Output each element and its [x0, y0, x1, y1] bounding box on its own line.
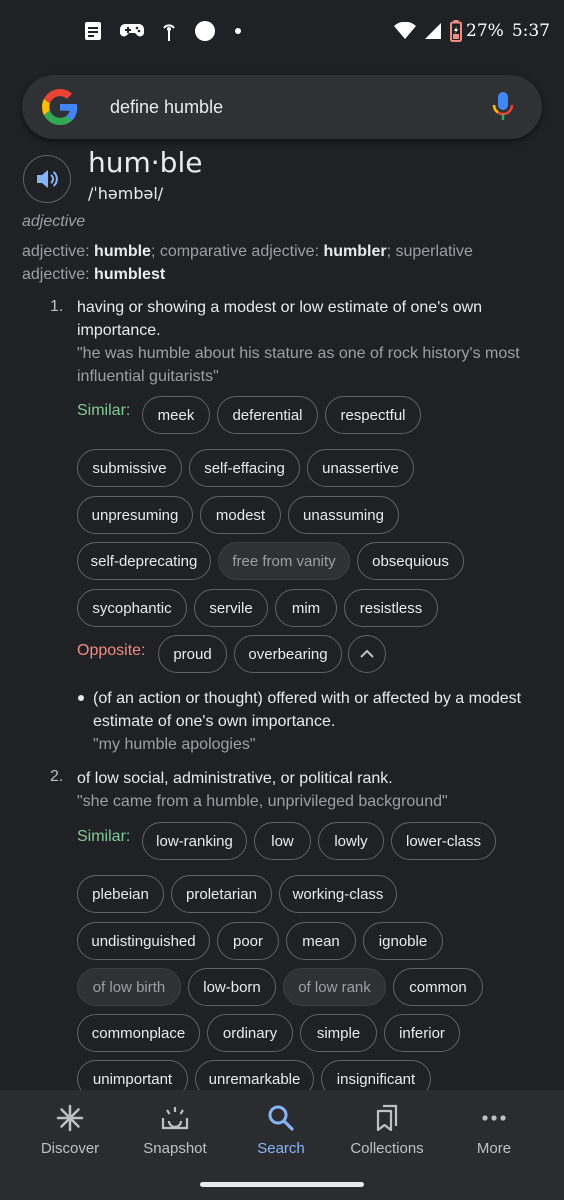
antonym-chip[interactable]: proud: [158, 635, 227, 673]
synonym-chip[interactable]: low-ranking: [142, 822, 247, 860]
synonym-chip[interactable]: meek: [142, 396, 210, 434]
circle-icon: [195, 21, 215, 41]
headword: hum·ble: [88, 146, 203, 179]
synonym-chip[interactable]: simple: [300, 1014, 377, 1052]
opposite-label: Opposite:: [77, 642, 146, 659]
synonym-chip[interactable]: resistless: [344, 589, 438, 627]
synonym-chip[interactable]: of low birth: [77, 968, 181, 1006]
notes-icon: [85, 22, 101, 40]
synonym-chip[interactable]: of low rank: [283, 968, 386, 1006]
synonym-chip[interactable]: unassuming: [288, 496, 399, 534]
synonym-chip[interactable]: proletarian: [171, 875, 272, 913]
sense-1-example: "he was humble about his stature as one …: [77, 345, 520, 385]
subsense-example: "my humble apologies": [93, 736, 256, 753]
synonym-chip[interactable]: commonplace: [77, 1014, 200, 1052]
game-controller-icon: [120, 24, 144, 37]
synonym-chip[interactable]: inferior: [384, 1014, 460, 1052]
nav-more[interactable]: More: [444, 1104, 544, 1157]
synonym-chip[interactable]: self-deprecating: [77, 542, 211, 580]
nav-discover[interactable]: Discover: [20, 1104, 120, 1157]
search-bar[interactable]: define humble: [22, 75, 542, 139]
battery-percent: 27%: [466, 21, 504, 41]
nav-label: Snapshot: [143, 1140, 207, 1157]
status-bar: 27% 5:37: [0, 0, 564, 64]
synonym-chip[interactable]: self-effacing: [189, 449, 300, 487]
collections-icon: [376, 1104, 398, 1132]
synonym-chip[interactable]: mean: [286, 922, 356, 960]
similar-label: Similar:: [77, 828, 131, 845]
sense-number: 2.: [50, 768, 64, 785]
synonym-chip[interactable]: low-born: [188, 968, 276, 1006]
signal-icon: [425, 23, 442, 39]
synonym-chip[interactable]: common: [393, 968, 483, 1006]
synonym-chip[interactable]: ignoble: [363, 922, 443, 960]
synonym-chip[interactable]: ordinary: [207, 1014, 293, 1052]
home-indicator[interactable]: [200, 1182, 364, 1187]
synonym-chip[interactable]: sycophantic: [77, 589, 187, 627]
search-query[interactable]: define humble: [110, 97, 223, 118]
snapshot-icon: [161, 1107, 189, 1130]
search-icon: [268, 1105, 294, 1131]
synonym-chip[interactable]: low: [254, 822, 311, 860]
similar-label: Similar:: [77, 402, 131, 419]
google-logo-icon: [42, 89, 78, 125]
sense-1-definition: having or showing a modest or low estima…: [77, 299, 483, 339]
synonym-chip[interactable]: poor: [217, 922, 279, 960]
pronunciation-button[interactable]: [23, 155, 71, 203]
synonym-chip[interactable]: unpresuming: [77, 496, 193, 534]
nav-collections[interactable]: Collections: [337, 1104, 437, 1157]
synonym-chip[interactable]: plebeian: [77, 875, 164, 913]
bullet: [78, 695, 84, 701]
nav-label: More: [476, 1140, 512, 1157]
microphone-icon[interactable]: [492, 91, 514, 123]
synonym-chip[interactable]: deferential: [217, 396, 318, 434]
synonym-chip[interactable]: unassertive: [307, 449, 414, 487]
dot-icon: [235, 28, 241, 34]
sense-number: 1.: [50, 298, 64, 315]
subsense-definition: (of an action or thought) offered with o…: [93, 690, 522, 730]
synonym-chip[interactable]: modest: [200, 496, 281, 534]
collapse-button[interactable]: [348, 635, 386, 673]
synonym-chip[interactable]: lowly: [318, 822, 384, 860]
speaker-icon: [37, 170, 58, 188]
word-forms: adjective: humble; comparative adjective…: [22, 243, 473, 283]
synonym-chip[interactable]: respectful: [325, 396, 421, 434]
sense-2-example: "she came from a humble, unprivileged ba…: [77, 793, 448, 810]
antonym-chip[interactable]: overbearing: [234, 635, 342, 673]
asterisk-icon: [56, 1104, 84, 1132]
synonym-chip[interactable]: undistinguished: [77, 922, 210, 960]
nav-label: Collections: [350, 1140, 424, 1157]
nav-label: Search: [257, 1140, 305, 1157]
synonym-chip[interactable]: lower-class: [391, 822, 496, 860]
nav-snapshot[interactable]: Snapshot: [125, 1104, 225, 1157]
synonym-chip[interactable]: obsequious: [357, 542, 464, 580]
sense-2-definition: of low social, administrative, or politi…: [77, 770, 393, 787]
phonetic: /ˈhəmbəl/: [88, 184, 164, 203]
synonym-chip[interactable]: submissive: [77, 449, 182, 487]
nav-search[interactable]: Search: [231, 1104, 331, 1157]
synonym-chip[interactable]: working-class: [279, 875, 397, 913]
notification-icons: [84, 20, 242, 42]
cast-icon: [163, 24, 175, 41]
part-of-speech: adjective: [22, 213, 86, 230]
nav-label: Discover: [40, 1140, 100, 1157]
wifi-icon: [394, 22, 417, 39]
chevron-up-icon: [360, 649, 374, 658]
synonym-chip[interactable]: mim: [275, 589, 337, 627]
clock: 5:37: [511, 21, 550, 41]
more-icon: [482, 1115, 506, 1121]
synonym-chip[interactable]: servile: [194, 589, 268, 627]
battery-icon: [450, 20, 463, 42]
synonym-chip[interactable]: free from vanity: [218, 542, 350, 580]
